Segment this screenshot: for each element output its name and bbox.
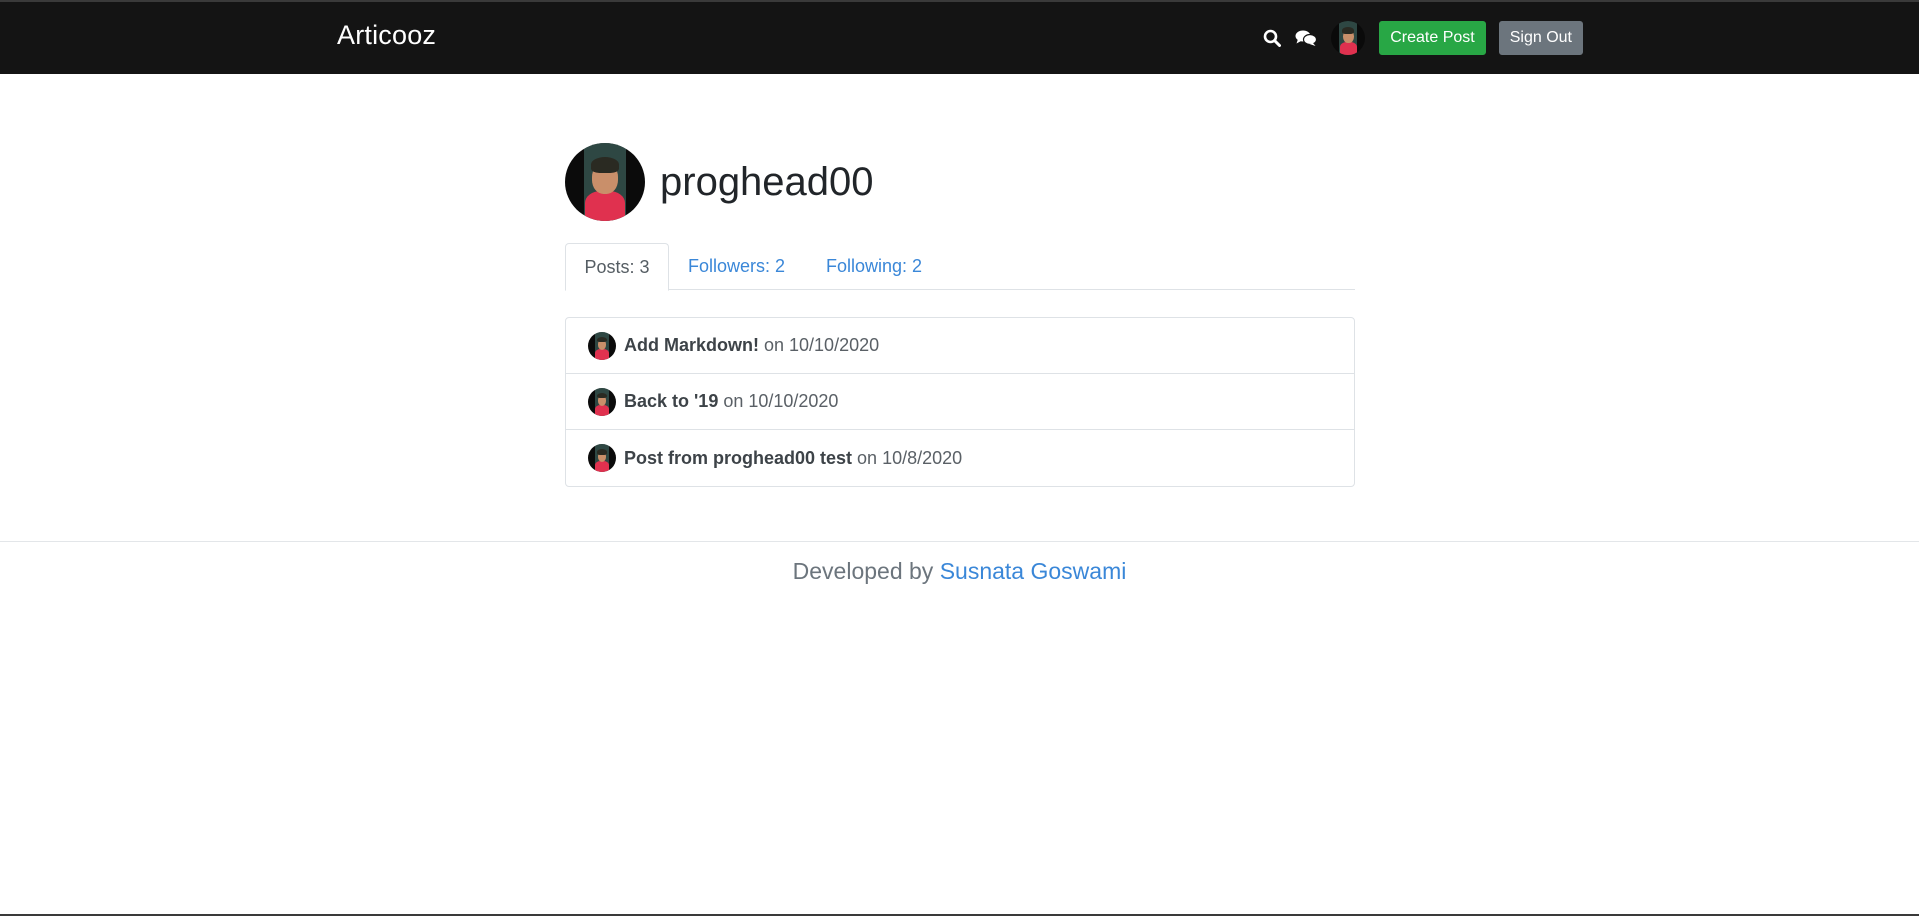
sign-out-button[interactable]: Sign Out xyxy=(1498,21,1583,55)
tab-followers[interactable]: Followers: 2 xyxy=(688,243,785,290)
footer-prefix: Developed by xyxy=(792,558,934,584)
tab-posts[interactable]: Posts: 3 xyxy=(565,243,669,291)
search-icon[interactable] xyxy=(1257,20,1287,56)
post-title: Post from proghead00 test xyxy=(624,447,853,468)
post-list-item[interactable]: Back to '19 on 10/10/2020 xyxy=(566,374,1354,430)
navbar: Articooz Create Post Sign Out xyxy=(0,2,1919,74)
tab-following[interactable]: Following: 2 xyxy=(826,243,922,290)
user-avatar[interactable] xyxy=(1331,21,1366,55)
profile-username: proghead00 xyxy=(660,159,874,204)
posts-list: Add Markdown! on 10/10/2020 Back to '19 … xyxy=(565,317,1355,487)
post-author-avatar xyxy=(588,444,616,472)
post-date: on 10/10/2020 xyxy=(723,391,839,411)
chat-icon[interactable] xyxy=(1291,20,1321,56)
post-list-item[interactable]: Post from proghead00 test on 10/8/2020 xyxy=(566,430,1354,486)
profile-tabs: Posts: 3 Followers: 2 Following: 2 xyxy=(565,243,1355,291)
post-list-item[interactable]: Add Markdown! on 10/10/2020 xyxy=(566,318,1354,374)
post-date: on 10/10/2020 xyxy=(764,335,880,355)
profile-header: proghead00 xyxy=(565,143,1355,221)
footer-divider xyxy=(0,541,1919,542)
post-title: Back to '19 xyxy=(624,391,719,411)
create-post-button[interactable]: Create Post xyxy=(1379,21,1486,55)
footer: Developed by Susnata Goswami xyxy=(0,558,1919,585)
post-title: Add Markdown! xyxy=(624,335,759,355)
post-author-avatar xyxy=(588,387,616,416)
post-author-avatar xyxy=(588,331,616,360)
brand-logo[interactable]: Articooz xyxy=(337,20,436,51)
footer-author-link[interactable]: Susnata Goswami xyxy=(940,558,1127,584)
navbar-actions: Create Post Sign Out xyxy=(1257,20,1583,56)
post-date: on 10/8/2020 xyxy=(857,447,963,468)
profile-avatar xyxy=(565,143,645,221)
